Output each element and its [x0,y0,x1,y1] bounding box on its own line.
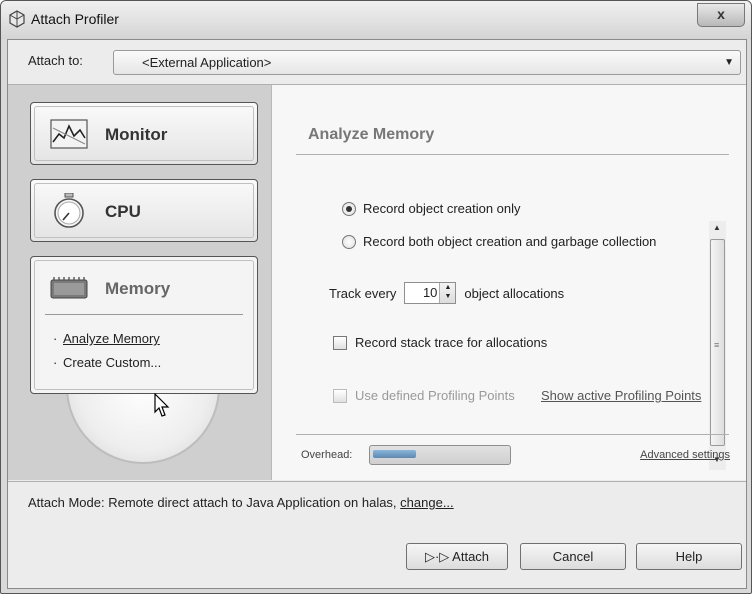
profiling-mode-panel: Monitor CPU Memory · Analyze Memory · Cr… [8,85,272,480]
attach-mode-row: Attach Mode: Remote direct attach to Jav… [8,481,746,524]
memory-chip-icon [50,277,88,299]
cpu-mode-button[interactable]: CPU [30,179,258,242]
overhead-bar [369,445,511,465]
title-divider [296,154,729,155]
track-every-row: Track every 10 ▲ ▼ object allocations [329,282,564,304]
attach-to-dropdown[interactable]: <External Application> ▼ [113,50,741,75]
analyze-memory-link[interactable]: · Analyze Memory [53,331,160,346]
show-profiling-points-link[interactable]: Show active Profiling Points [541,388,701,403]
record-creation-only-radio[interactable]: Record object creation only [342,201,521,216]
window-title: Attach Profiler [31,11,119,27]
advanced-settings-link[interactable]: Advanced settings [640,449,730,461]
attach-to-value: <External Application> [142,55,272,70]
record-creation-and-gc-radio[interactable]: Record both object creation and garbage … [342,234,656,249]
radio-unselected-icon [342,234,356,249]
checkbox-disabled-icon [333,388,347,403]
settings-panel: Analyze Memory Record object creation on… [272,85,746,480]
grip-icon: ≡ [714,340,720,350]
chevron-down-icon: ▼ [724,57,734,68]
button-row: ▷·▷ Attach Cancel Help [8,523,746,588]
object-allocations-label: object allocations [464,285,565,301]
attach-row: Attach to: <External Application> ▼ [8,40,746,85]
checkbox-icon [333,335,347,350]
monitor-chart-icon [50,119,88,149]
close-button[interactable]: x [697,3,745,27]
overhead-divider [296,434,729,435]
allocations-stepper[interactable]: 10 ▲ ▼ [404,282,457,304]
attach-to-label: Attach to: [28,53,83,68]
stepper-arrows-icon[interactable]: ▲ ▼ [439,283,456,303]
dialog-body: Attach to: <External Application> ▼ Moni… [7,39,747,589]
record-stack-trace-checkbox[interactable]: Record stack trace for allocations [333,335,547,350]
attach-button[interactable]: ▷·▷ Attach [406,543,508,570]
create-custom-link[interactable]: · Create Custom... [53,355,161,370]
mouse-cursor-icon [154,393,170,417]
memory-label: Memory [105,279,171,298]
title-bar[interactable]: Attach Profiler x [1,1,751,39]
track-every-label: Track every [329,285,397,301]
scroll-thumb[interactable]: ≡ [710,239,725,446]
scroll-up-icon[interactable]: ▲ [713,223,721,232]
cpu-label: CPU [105,202,141,221]
overhead-label: Overhead: [301,449,353,461]
memory-divider [45,314,243,315]
stepper-value: 10 [422,285,438,300]
use-profiling-points-checkbox[interactable]: Use defined Profiling Points [333,388,515,403]
profiler-icon [9,10,25,28]
attach-profiler-window: Attach Profiler x Attach to: <External A… [0,0,752,594]
help-button[interactable]: Help [636,543,742,570]
overhead-fill [373,450,416,458]
change-mode-link[interactable]: change... [400,495,454,510]
radio-selected-icon [342,201,356,216]
memory-mode-button[interactable]: Memory · Analyze Memory · Create Custom... [30,256,258,394]
stopwatch-icon [54,193,84,228]
vertical-scrollbar[interactable]: ▲ ≡ ▼ [709,221,726,470]
panel-title: Analyze Memory [308,126,435,143]
monitor-mode-button[interactable]: Monitor [30,102,258,165]
monitor-label: Monitor [105,125,168,144]
cancel-button[interactable]: Cancel [520,543,626,570]
attach-mode-text: Attach Mode: Remote direct attach to Jav… [28,495,454,510]
